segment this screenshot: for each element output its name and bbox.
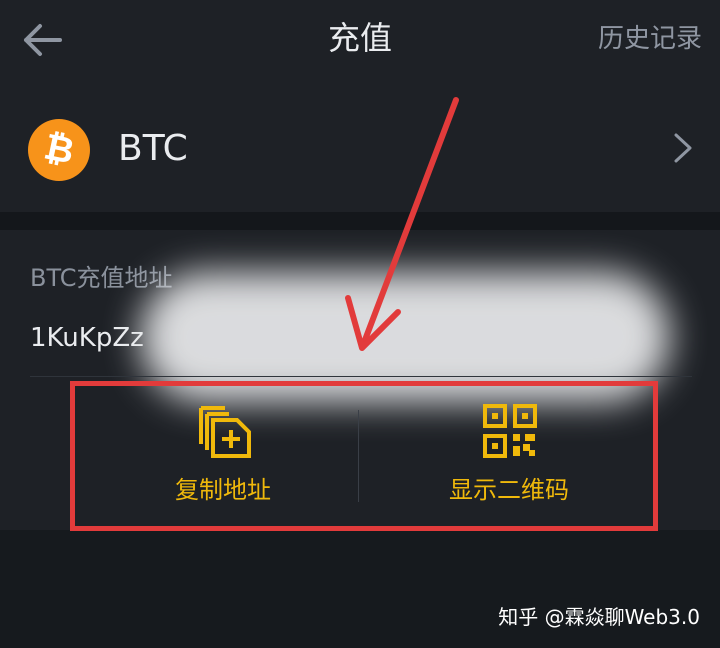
address-value: 1KuKpZz [30,323,144,353]
annotation-highlight-box [70,381,658,531]
bitcoin-glyph: ₿ [40,126,78,173]
chevron-right-icon [674,133,692,163]
history-link[interactable]: 历史记录 [598,20,702,58]
coin-symbol: BTC [118,128,188,169]
address-label: BTC充值地址 [30,264,173,292]
watermark: 知乎 @霖焱聊Web3.0 [498,605,700,629]
section-gap [0,212,720,230]
divider [30,376,692,377]
bitcoin-logo-icon: ₿ [28,119,90,181]
coin-selector[interactable]: ₿ BTC [0,80,720,212]
top-bar: 充值 历史记录 [0,0,720,80]
